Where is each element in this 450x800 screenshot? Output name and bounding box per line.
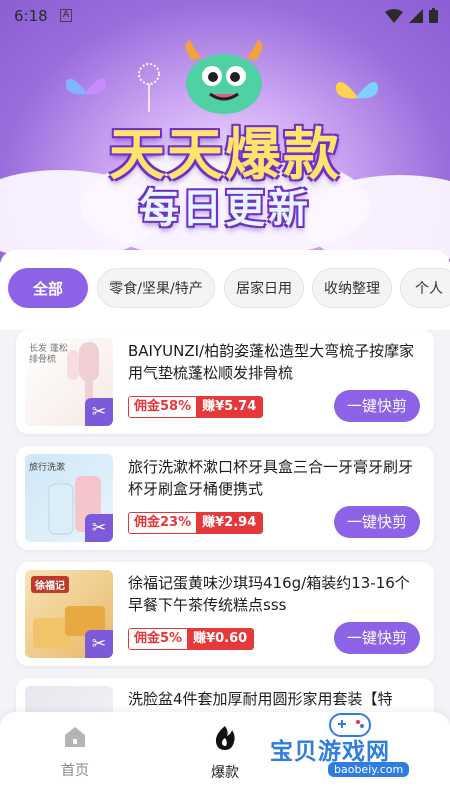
- commission-badge: 佣金23% 赚¥2.94: [128, 512, 264, 534]
- tab-all[interactable]: 全部: [8, 268, 88, 308]
- product-thumbnail: 旅行洗漱 ✂: [25, 454, 113, 542]
- nav-hot-label: 爆款: [211, 765, 239, 781]
- commission-rate: 佣金58%: [129, 397, 197, 417]
- thumb-caption: 长发 蓬松 排骨梳: [29, 344, 68, 365]
- product-title: 洗脸盆4件套加厚耐用圆形家用套装【特: [128, 690, 393, 708]
- earn-amount: 赚¥0.60: [187, 629, 254, 649]
- earn-amount: 赚¥5.74: [196, 397, 263, 417]
- nav-hot[interactable]: 爆款: [185, 726, 265, 782]
- status-time: 6:18: [14, 7, 48, 25]
- quick-cut-button[interactable]: 一键快剪: [334, 622, 420, 654]
- wifi-icon: [385, 8, 403, 23]
- fire-icon: [215, 726, 235, 750]
- home-icon: [65, 727, 85, 747]
- butterfly-icon: [65, 78, 107, 95]
- app-notification-icon: A: [60, 9, 72, 22]
- product-thumbnail: 徐福记 ✂: [25, 570, 113, 658]
- banner-subtitle: 每日更新: [139, 186, 311, 232]
- product-title: 徐福记蛋黄味沙琪玛416g/箱装约13-16个早餐下午茶传统糕点sss: [128, 574, 410, 614]
- nav-home[interactable]: 首页: [35, 726, 115, 780]
- tab-household[interactable]: 居家日用: [224, 268, 304, 308]
- quick-cut-button[interactable]: 一键快剪: [334, 390, 420, 422]
- product-title: BAIYUNZI/柏韵姿蓬松造型大弯梳子按摩家用气垫梳蓬松顺发排骨梳: [128, 342, 415, 382]
- product-card[interactable]: 长发 蓬松 排骨梳 ✂ BAIYUNZI/柏韵姿蓬松造型大弯梳子按摩家用气垫梳蓬…: [16, 330, 434, 434]
- tab-storage[interactable]: 收纳整理: [312, 268, 392, 308]
- hero-banner: 6:18 A 天天爆款 每日更新: [0, 0, 450, 262]
- earn-amount: 赚¥2.94: [196, 513, 263, 533]
- scissors-icon[interactable]: ✂: [85, 398, 113, 426]
- status-bar: 6:18 A: [0, 0, 450, 32]
- nav-home-label: 首页: [61, 763, 89, 779]
- product-thumbnail: 长发 蓬松 排骨梳 ✂: [25, 338, 113, 426]
- product-card[interactable]: 旅行洗漱 ✂ 旅行洗漱杯漱口杯牙具盒三合一牙膏牙刷牙杯牙刷盒牙桶便携式 佣金23…: [16, 446, 434, 550]
- thumb-caption: 徐福记: [31, 576, 69, 593]
- signal-icon: [409, 8, 423, 23]
- commission-rate: 佣金23%: [129, 513, 197, 533]
- scissors-icon[interactable]: ✂: [85, 630, 113, 658]
- commission-rate: 佣金5%: [129, 629, 188, 649]
- quick-cut-button[interactable]: 一键快剪: [334, 506, 420, 538]
- product-title: 旅行洗漱杯漱口杯牙具盒三合一牙膏牙刷牙杯牙刷盒牙桶便携式: [128, 458, 414, 498]
- watermark-url: baobeiy.com: [328, 762, 410, 777]
- dandelion-icon: [138, 63, 160, 112]
- commission-badge: 佣金58% 赚¥5.74: [128, 396, 264, 418]
- tab-snacks[interactable]: 零食/坚果/特产: [97, 268, 215, 308]
- commission-badge: 佣金5% 赚¥0.60: [128, 628, 255, 650]
- battery-icon: [429, 8, 438, 23]
- scissors-icon[interactable]: ✂: [85, 514, 113, 542]
- watermark-title: 宝贝游戏网: [270, 739, 390, 765]
- monster-mascot-icon: [185, 40, 263, 114]
- product-card[interactable]: 徐福记 ✂ 徐福记蛋黄味沙琪玛416g/箱装约13-16个早餐下午茶传统糕点ss…: [16, 562, 434, 666]
- watermark-logo: 宝贝游戏网 baobeiy.com: [270, 713, 440, 788]
- category-tabs: 全部 零食/坚果/特产 居家日用 收纳整理 个人: [0, 250, 450, 330]
- tab-personal[interactable]: 个人: [400, 268, 450, 308]
